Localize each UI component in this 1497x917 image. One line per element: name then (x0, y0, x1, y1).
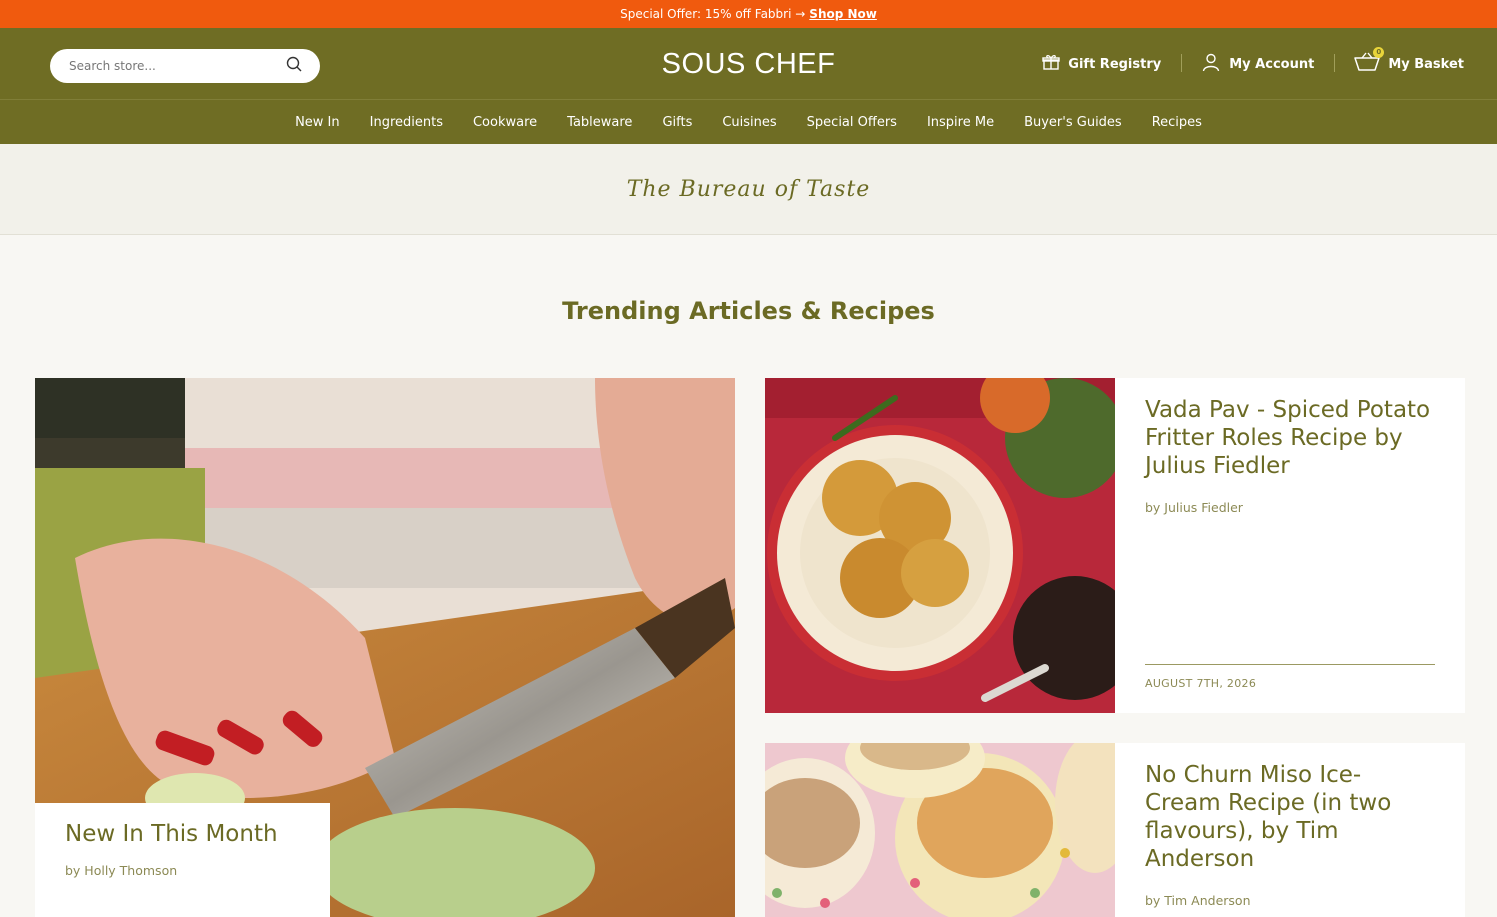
article-author: by Tim Anderson (1145, 893, 1251, 908)
article-divider (1145, 664, 1435, 665)
bureau-of-taste-banner: The Bureau of Taste (0, 144, 1497, 235)
article-date: AUGUST 7TH, 2026 (1145, 677, 1257, 690)
nav-item-special-offers[interactable]: Special Offers (792, 115, 912, 130)
featured-article-caption: New In This Month by Holly Thomson (35, 803, 330, 917)
my-basket-link[interactable]: 0 My Basket (1334, 47, 1464, 76)
my-account-label: My Account (1229, 56, 1315, 72)
shop-now-link[interactable]: Shop Now (809, 7, 877, 21)
nav-item-cookware[interactable]: Cookware (458, 115, 552, 130)
article-image-miso-ice-cream[interactable] (765, 743, 1115, 917)
article-card[interactable]: Vada Pav - Spiced Potato Fritter Roles R… (765, 378, 1465, 713)
article-card[interactable]: No Churn Miso Ice-Cream Recipe (in two f… (765, 743, 1465, 917)
basket-count-badge: 0 (1373, 47, 1385, 58)
gift-registry-label: Gift Registry (1068, 56, 1162, 72)
article-author: by Julius Fiedler (1145, 500, 1243, 515)
promo-text: Special Offer: 15% off Fabbri → (620, 7, 806, 21)
featured-article-author: by Holly Thomson (65, 863, 178, 878)
site-header: SOUS CHEF Gift Registry My Account 0 My … (0, 28, 1497, 100)
nav-item-new-in[interactable]: New In (280, 115, 355, 130)
main-nav: New In Ingredients Cookware Tableware Gi… (0, 100, 1497, 144)
gift-registry-link[interactable]: Gift Registry (1022, 53, 1181, 75)
user-icon (1201, 52, 1221, 76)
gift-icon (1042, 53, 1060, 75)
article-image-vada-pav[interactable] (765, 378, 1115, 713)
section-title: Trending Articles & Recipes (562, 297, 935, 325)
nav-item-buyers-guides[interactable]: Buyer's Guides (1009, 115, 1137, 130)
my-account-link[interactable]: My Account (1181, 52, 1334, 76)
my-basket-label: My Basket (1388, 56, 1464, 72)
promo-banner: Special Offer: 15% off Fabbri → Shop Now (0, 0, 1497, 28)
featured-article-card[interactable]: New In This Month by Holly Thomson (35, 378, 735, 917)
nav-item-tableware[interactable]: Tableware (552, 115, 647, 130)
nav-item-inspire-me[interactable]: Inspire Me (912, 115, 1009, 130)
nav-item-cuisines[interactable]: Cuisines (707, 115, 791, 130)
article-title[interactable]: No Churn Miso Ice-Cream Recipe (in two f… (1145, 761, 1435, 873)
nav-item-recipes[interactable]: Recipes (1137, 115, 1217, 130)
article-text: No Churn Miso Ice-Cream Recipe (in two f… (1145, 761, 1435, 908)
nav-item-gifts[interactable]: Gifts (647, 115, 707, 130)
featured-article-title[interactable]: New In This Month (65, 821, 300, 847)
bureau-of-taste-logo[interactable]: The Bureau of Taste (627, 177, 871, 202)
nav-item-ingredients[interactable]: Ingredients (355, 115, 458, 130)
article-text: Vada Pav - Spiced Potato Fritter Roles R… (1145, 396, 1435, 515)
header-utilities: Gift Registry My Account 0 My Basket (1022, 47, 1464, 76)
article-title[interactable]: Vada Pav - Spiced Potato Fritter Roles R… (1145, 396, 1435, 480)
